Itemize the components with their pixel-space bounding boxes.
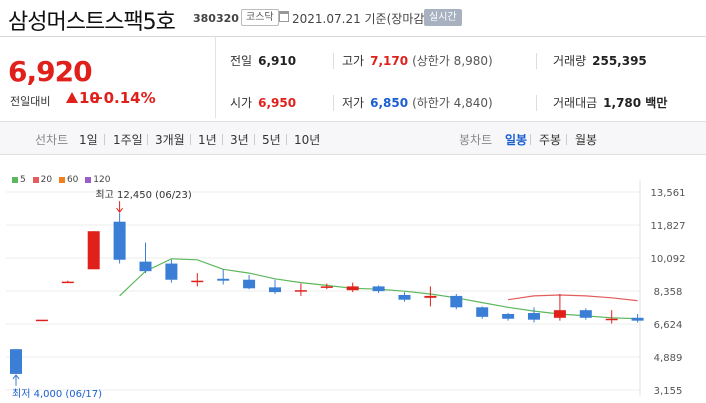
divider	[536, 95, 537, 111]
tab-daily[interactable]: 일봉	[505, 131, 527, 148]
line-chart-label: 선차트	[35, 133, 69, 147]
y-tick-label: 4,889	[654, 353, 683, 364]
candle-body	[165, 263, 178, 280]
stat-high-value: 7,170	[370, 54, 409, 68]
stat-high-label: 고가	[342, 54, 365, 68]
stat-prev-label: 전일	[230, 54, 253, 68]
stat-open-label: 시가	[230, 96, 253, 110]
divider	[536, 53, 537, 69]
price-summary: 6,920 전일대비 10 +0.14%	[0, 37, 216, 118]
tab-5y[interactable]: 5년	[262, 131, 281, 148]
candle-body	[605, 318, 618, 321]
candle-body	[476, 307, 489, 317]
stat-volume-label: 거래량	[553, 54, 587, 68]
y-tick-label: 8,358	[654, 287, 683, 298]
candle-body	[61, 281, 74, 284]
stat-high-limit: (상한가 8,980)	[412, 54, 493, 68]
stat-low: 저가 6,850 (하한가 4,840)	[342, 94, 493, 111]
stat-amount: 거래대금 1,780 백만	[553, 94, 667, 111]
candle-body	[269, 287, 281, 293]
change-label: 전일대비	[10, 95, 51, 108]
market-badge: 코스닥	[241, 9, 279, 26]
y-tick-label: 11,827	[651, 221, 686, 232]
low-annotation: 최저 4,000 (06/17)	[12, 388, 102, 400]
date-text: 2021.07.21 기준(장마감)	[292, 12, 430, 26]
price-stats: 전일 6,910 고가 7,170 (상한가 8,980) 거래량 255,395 시가…	[216, 37, 706, 118]
stat-volume-value: 255,395	[592, 54, 647, 68]
stat-open: 시가 6,950	[230, 94, 296, 111]
tab-monthly[interactable]: 월봉	[575, 131, 597, 148]
candle-body	[35, 319, 48, 322]
candle-body	[243, 279, 256, 289]
stock-code: 380320	[193, 12, 239, 25]
candle-body	[113, 221, 126, 260]
chart-plot: 13,561 11,827 10,092 8,358 6,624 4,889 3,155 최고…	[6, 180, 686, 400]
change-percent: +0.14%	[91, 89, 156, 107]
tab-1w[interactable]: 1주일	[113, 131, 143, 148]
candle-body	[294, 290, 307, 292]
tab-3m[interactable]: 3개월	[155, 131, 185, 148]
chart-tab-bar: 선차트 1일 1주일 3개월 1년 3년 5년 10년 봉차트 일봉 주봉 월봉	[0, 121, 706, 155]
calendar-icon	[279, 11, 289, 22]
realtime-button[interactable]: 실시간	[424, 9, 462, 26]
candle-body	[398, 294, 411, 300]
tab-1d[interactable]: 1일	[79, 131, 98, 148]
stat-high: 고가 7,170 (상한가 8,980)	[342, 52, 493, 69]
candle-body	[346, 286, 359, 291]
stat-prev-value: 6,910	[258, 54, 297, 68]
tab-3y[interactable]: 3년	[230, 131, 249, 148]
stat-prev: 전일 6,910	[230, 52, 296, 69]
candle-body	[217, 278, 230, 281]
candlestick-chart: 5 20 60 120 13,561 11,827 10,092 8,358 6,624…	[0, 172, 706, 403]
candle-body	[10, 349, 22, 374]
stat-low-limit: (하한가 4,840)	[412, 96, 493, 110]
stat-amount-label: 거래대금	[553, 96, 598, 110]
current-price: 6,920	[8, 55, 93, 88]
tab-weekly[interactable]: 주봉	[539, 131, 561, 148]
candle-body	[502, 313, 515, 319]
up-triangle-icon	[66, 92, 78, 103]
stat-open-value: 6,950	[258, 96, 297, 110]
candle-body	[191, 280, 204, 283]
candle-body	[424, 295, 437, 298]
y-tick-label: 10,092	[651, 254, 686, 265]
candle-body	[631, 317, 644, 321]
stock-header: 삼성머스트스팩5호 380320 코스닥 2021.07.21 기준(장마감) …	[0, 0, 706, 36]
ma20-line	[508, 294, 638, 302]
stat-low-value: 6,850	[370, 96, 409, 110]
stat-low-label: 저가	[342, 96, 365, 110]
candle-body	[528, 313, 540, 320]
stock-name: 삼성머스트스팩5호	[8, 10, 176, 35]
y-tick-label: 3,155	[654, 386, 683, 397]
stat-volume: 거래량 255,395	[553, 52, 647, 69]
candle-body	[87, 231, 100, 270]
tab-10y[interactable]: 10년	[294, 131, 320, 148]
y-tick-label: 13,561	[651, 188, 686, 199]
high-annotation: 최고 12,450 (06/23)	[95, 189, 191, 201]
candle-body	[320, 286, 333, 288]
candle-body	[553, 310, 566, 318]
candle-body	[579, 310, 592, 318]
candle-body	[139, 261, 152, 272]
tab-1y[interactable]: 1년	[198, 131, 217, 148]
candle-body	[450, 295, 463, 308]
stat-amount-value: 1,780 백만	[603, 96, 668, 110]
divider	[333, 53, 334, 69]
y-tick-label: 6,624	[654, 320, 683, 331]
divider	[333, 95, 334, 111]
candle-body	[372, 286, 385, 292]
candle-chart-label: 봉차트	[459, 133, 493, 147]
